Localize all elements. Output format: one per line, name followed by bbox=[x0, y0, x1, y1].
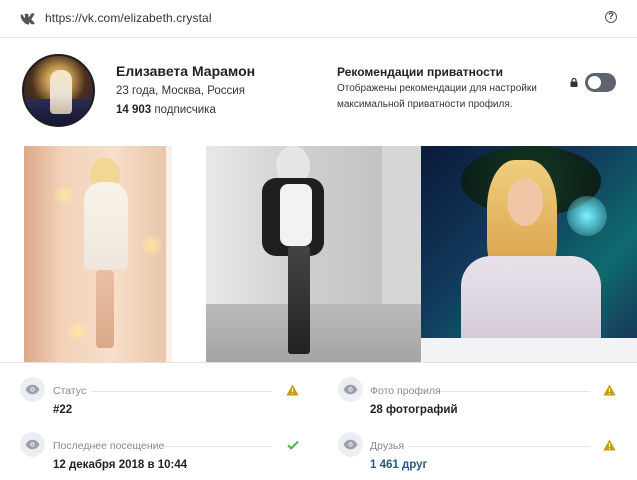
warning-icon bbox=[603, 439, 616, 451]
friends-link[interactable]: 1 461 друг bbox=[370, 459, 427, 471]
field-line bbox=[92, 391, 272, 392]
field-label: Друзья bbox=[370, 440, 405, 452]
lock-icon bbox=[570, 78, 578, 87]
privacy-title: Рекомендации приватности bbox=[337, 65, 504, 79]
help-icon[interactable]: ? bbox=[605, 11, 617, 23]
divider bbox=[0, 362, 637, 363]
privacy-text: Отображены рекомендации для настройки ма… bbox=[337, 83, 537, 110]
field-label: Последнее посещение bbox=[53, 440, 165, 452]
photo-1[interactable] bbox=[24, 146, 172, 362]
photo-2[interactable] bbox=[206, 146, 422, 362]
field-value: #22 bbox=[53, 404, 73, 416]
photo-decor bbox=[142, 236, 162, 254]
photo-decor bbox=[54, 186, 74, 204]
field-line bbox=[408, 446, 590, 447]
photo-subject-shirt bbox=[280, 184, 312, 246]
field-line bbox=[440, 391, 590, 392]
address-bar: https://vk.com/elizabeth.crystal ? bbox=[0, 0, 637, 38]
eye-icon[interactable] bbox=[338, 432, 363, 457]
subscribers-label: подписчика bbox=[154, 104, 216, 116]
photo-frame bbox=[166, 146, 172, 362]
url-text[interactable]: https://vk.com/elizabeth.crystal bbox=[45, 11, 212, 25]
photo-lamp bbox=[567, 196, 607, 236]
avatar-figure bbox=[50, 70, 72, 114]
eye-icon[interactable] bbox=[338, 377, 363, 402]
photo-table bbox=[421, 338, 637, 362]
warning-icon bbox=[286, 384, 299, 396]
photo-subject-legs bbox=[96, 270, 114, 348]
photo-strip bbox=[0, 146, 637, 362]
field-value: 28 фотографий bbox=[370, 404, 458, 416]
vk-logo-icon bbox=[20, 13, 35, 25]
toggle-knob bbox=[588, 76, 601, 89]
warning-icon bbox=[603, 384, 616, 396]
photo-decor bbox=[68, 322, 88, 340]
profile-info: 23 года, Москва, Россия bbox=[116, 85, 245, 97]
privacy-toggle[interactable] bbox=[585, 73, 616, 92]
photo-subject-face bbox=[507, 178, 543, 226]
field-label: Фото профиля bbox=[370, 385, 441, 397]
field-line bbox=[164, 446, 272, 447]
photo-subject bbox=[84, 182, 128, 270]
check-icon bbox=[287, 440, 299, 450]
field-value: 12 декабря 2018 в 10:44 bbox=[53, 459, 188, 471]
profile-header: Елизавета Марамон 23 года, Москва, Росси… bbox=[0, 39, 637, 146]
subscribers: 14 903 подписчика bbox=[116, 104, 216, 116]
avatar[interactable] bbox=[22, 54, 95, 127]
photo-subject-legs bbox=[288, 246, 310, 354]
photo-3[interactable] bbox=[421, 146, 637, 362]
photo-floor bbox=[206, 304, 422, 362]
subscribers-count: 14 903 bbox=[116, 104, 152, 116]
field-label: Статус bbox=[53, 385, 87, 397]
eye-icon[interactable] bbox=[20, 432, 45, 457]
profile-name: Елизавета Марамон bbox=[116, 63, 256, 79]
eye-icon[interactable] bbox=[20, 377, 45, 402]
photo-wall bbox=[382, 146, 422, 306]
